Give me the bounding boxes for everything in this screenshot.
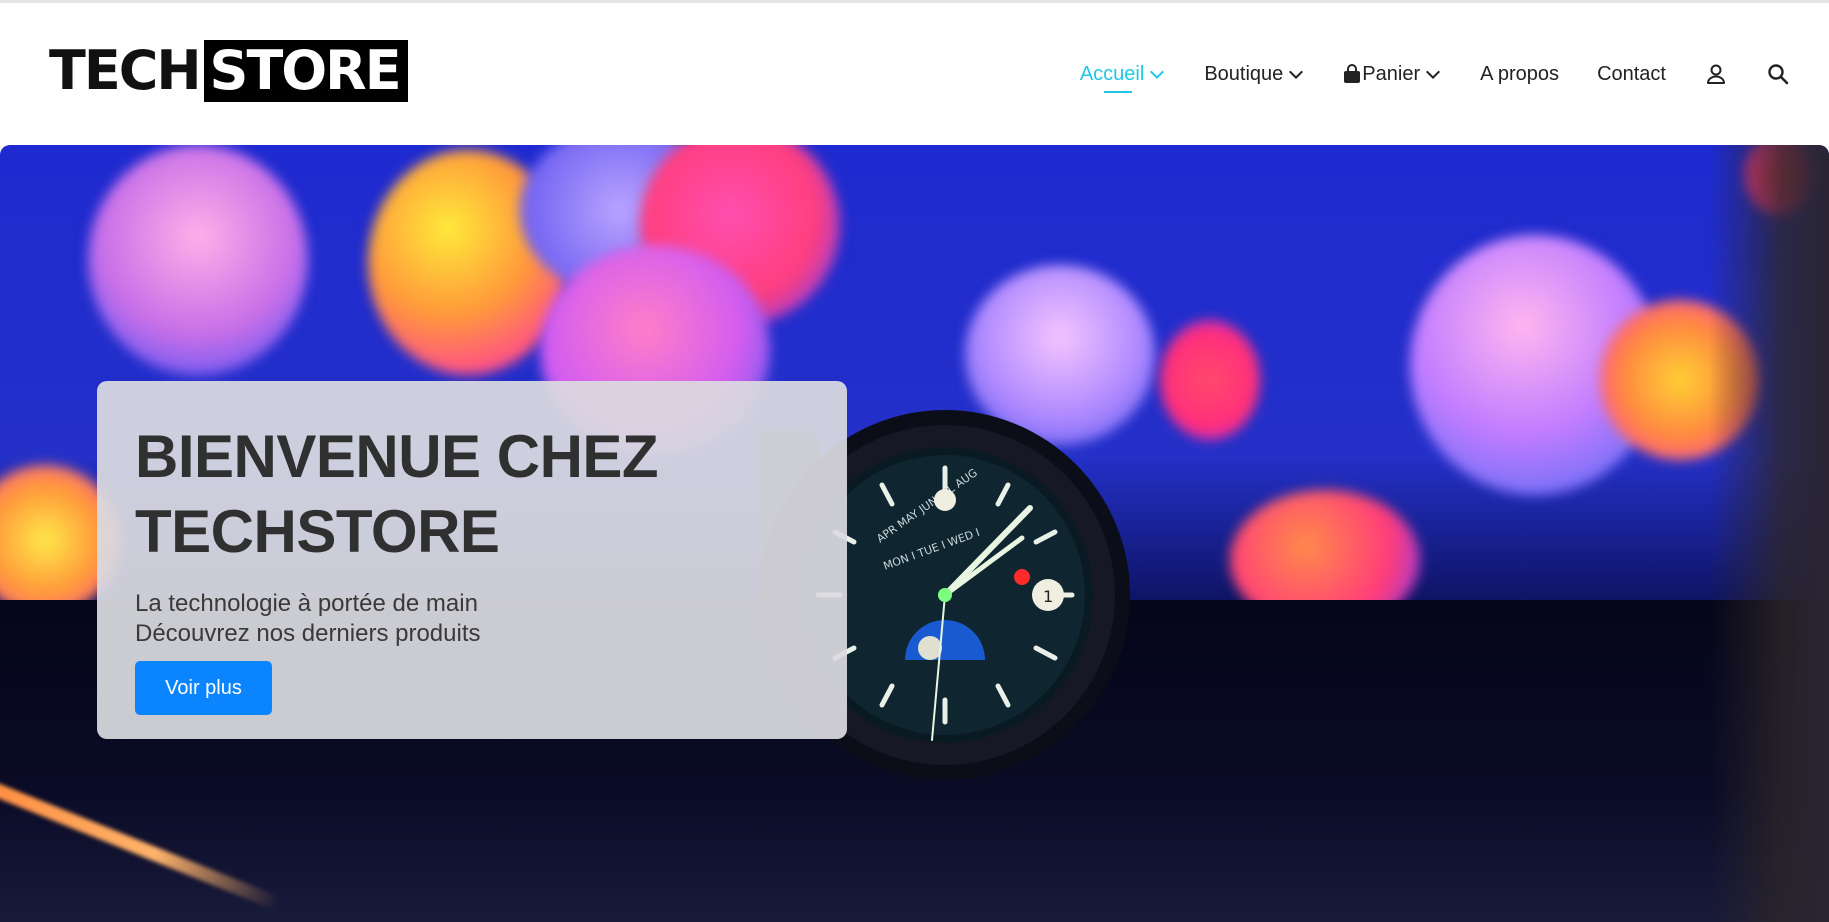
nav-item-accueil[interactable]: Accueil [1080, 54, 1166, 94]
chevron-down-icon [1289, 70, 1304, 80]
hero-title-line2: TECHSTORE [135, 498, 500, 565]
voir-plus-button[interactable]: Voir plus [135, 661, 272, 715]
hero-subtitle-line2: Découvrez nos derniers produits [135, 620, 481, 647]
nav-item-label: Boutique [1204, 62, 1284, 85]
nav-item-label: Accueil [1079, 62, 1145, 85]
techstore-logo[interactable]: TECH STORE [49, 40, 408, 102]
hero-subtitle: La technologie à portée de main Découvre… [135, 589, 809, 649]
user-icon [1707, 64, 1725, 84]
search-button[interactable] [1766, 62, 1790, 86]
nav-item-panier[interactable]: Panier [1343, 54, 1442, 94]
nav-item-label: Panier [1362, 62, 1421, 85]
chevron-down-icon [1150, 70, 1165, 80]
account-button[interactable] [1704, 62, 1728, 86]
svg-text:1: 1 [1043, 587, 1053, 606]
hero-card: BIENVENUE CHEZ TECHSTORE La technologie … [97, 381, 847, 739]
hero-title: BIENVENUE CHEZ TECHSTORE [135, 419, 809, 569]
shopping-bag-icon [1344, 64, 1361, 83]
hero-banner: APR MAY JUN JUL AUG MON I TUE I WED I 1 [0, 145, 1829, 922]
nav-item-contact[interactable]: Contact [1597, 54, 1666, 94]
site-header: TECH STORE Accueil Boutique Panier A pro… [0, 3, 1829, 145]
logo-text-store: STORE [203, 40, 408, 102]
nav-item-label: Contact [1597, 62, 1666, 85]
hero-subtitle-line1: La technologie à portée de main [135, 590, 478, 617]
chevron-down-icon [1426, 70, 1441, 80]
hero-title-line1: BIENVENUE CHEZ [135, 423, 659, 490]
main-nav: Accueil Boutique Panier A propos Contact [1042, 3, 1829, 145]
search-icon [1768, 64, 1789, 85]
logo-text-tech: TECH [49, 39, 202, 102]
active-underline [1103, 91, 1132, 93]
nav-item-boutique[interactable]: Boutique [1204, 54, 1305, 94]
background-shadow [1709, 145, 1829, 922]
nav-item-a-propos[interactable]: A propos [1480, 54, 1559, 94]
nav-item-label: A propos [1480, 62, 1560, 85]
